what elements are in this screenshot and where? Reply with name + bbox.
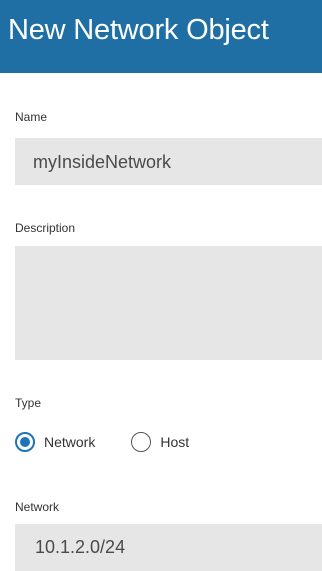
network-input[interactable]: 10.1.2.0/24 — [15, 524, 322, 571]
network-input-value: 10.1.2.0/24 — [35, 537, 126, 557]
name-input-value: myInsideNetwork — [33, 152, 172, 172]
type-radio-group: Network Host — [15, 428, 189, 456]
type-label: Type — [15, 396, 42, 410]
description-label: Description — [15, 221, 76, 235]
type-radio-host-label: Host — [160, 434, 190, 450]
radio-checked-icon — [15, 432, 35, 452]
type-radio-host[interactable]: Host — [131, 432, 189, 452]
name-input[interactable]: myInsideNetwork — [15, 138, 322, 185]
dialog-title: New Network Object — [8, 14, 269, 46]
network-label: Network — [15, 500, 60, 514]
name-label: Name — [15, 110, 48, 124]
radio-unchecked-icon — [131, 432, 152, 452]
description-textarea[interactable] — [15, 246, 322, 360]
type-radio-network[interactable]: Network — [15, 432, 95, 452]
dialog-header: New Network Object — [0, 0, 322, 73]
type-radio-network-label: Network — [44, 434, 96, 450]
